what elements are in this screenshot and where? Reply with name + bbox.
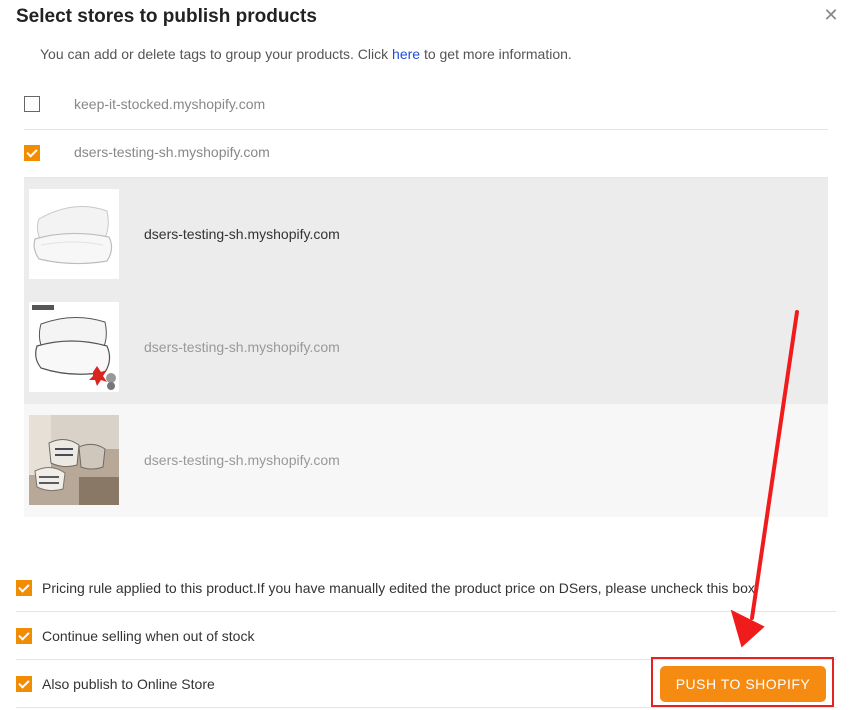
info-prefix: You can add or delete tags to group your… <box>40 46 393 62</box>
store-row[interactable]: dsers-testing-sh.myshopify.com <box>24 129 828 178</box>
store-label: keep-it-stocked.myshopify.com <box>74 96 266 112</box>
option-label: Continue selling when out of stock <box>42 628 255 644</box>
product-store-label: dsers-testing-sh.myshopify.com <box>144 339 340 355</box>
close-icon[interactable]: ✕ <box>822 6 840 24</box>
continue-selling-checkbox[interactable] <box>16 628 32 644</box>
store-row[interactable]: keep-it-stocked.myshopify.com <box>24 81 828 130</box>
product-store-label: dsers-testing-sh.myshopify.com <box>144 452 340 468</box>
store-label: dsers-testing-sh.myshopify.com <box>74 144 270 160</box>
info-text: You can add or delete tags to group your… <box>40 46 572 62</box>
pricing-rule-checkbox[interactable] <box>16 580 32 596</box>
dialog-title: Select stores to publish products <box>16 6 317 27</box>
product-row: dsers-testing-sh.myshopify.com <box>24 291 828 404</box>
product-row: dsers-testing-sh.myshopify.com <box>24 178 828 291</box>
store-checkbox[interactable] <box>24 96 40 112</box>
product-store-label: dsers-testing-sh.myshopify.com <box>144 226 340 242</box>
option-pricing-rule[interactable]: Pricing rule applied to this product.If … <box>16 563 836 612</box>
info-link[interactable]: here <box>392 46 420 62</box>
publish-dialog: Select stores to publish products ✕ You … <box>0 0 853 710</box>
option-label: Pricing rule applied to this product.If … <box>42 580 759 596</box>
product-list: dsers-testing-sh.myshopify.com dsers-tes… <box>24 178 828 517</box>
option-label: Also publish to Online Store <box>42 676 215 692</box>
pillow-product-image <box>29 302 119 392</box>
push-to-shopify-button[interactable]: PUSH TO SHOPIFY <box>660 666 826 702</box>
pillow-pair-image <box>29 189 119 279</box>
info-suffix: to get more information. <box>420 46 572 62</box>
product-row: dsers-testing-sh.myshopify.com <box>24 404 828 517</box>
online-store-checkbox[interactable] <box>16 676 32 692</box>
store-checkbox[interactable] <box>24 145 40 161</box>
pillows-lifestyle-image <box>29 415 119 505</box>
option-continue-selling[interactable]: Continue selling when out of stock <box>16 611 836 660</box>
